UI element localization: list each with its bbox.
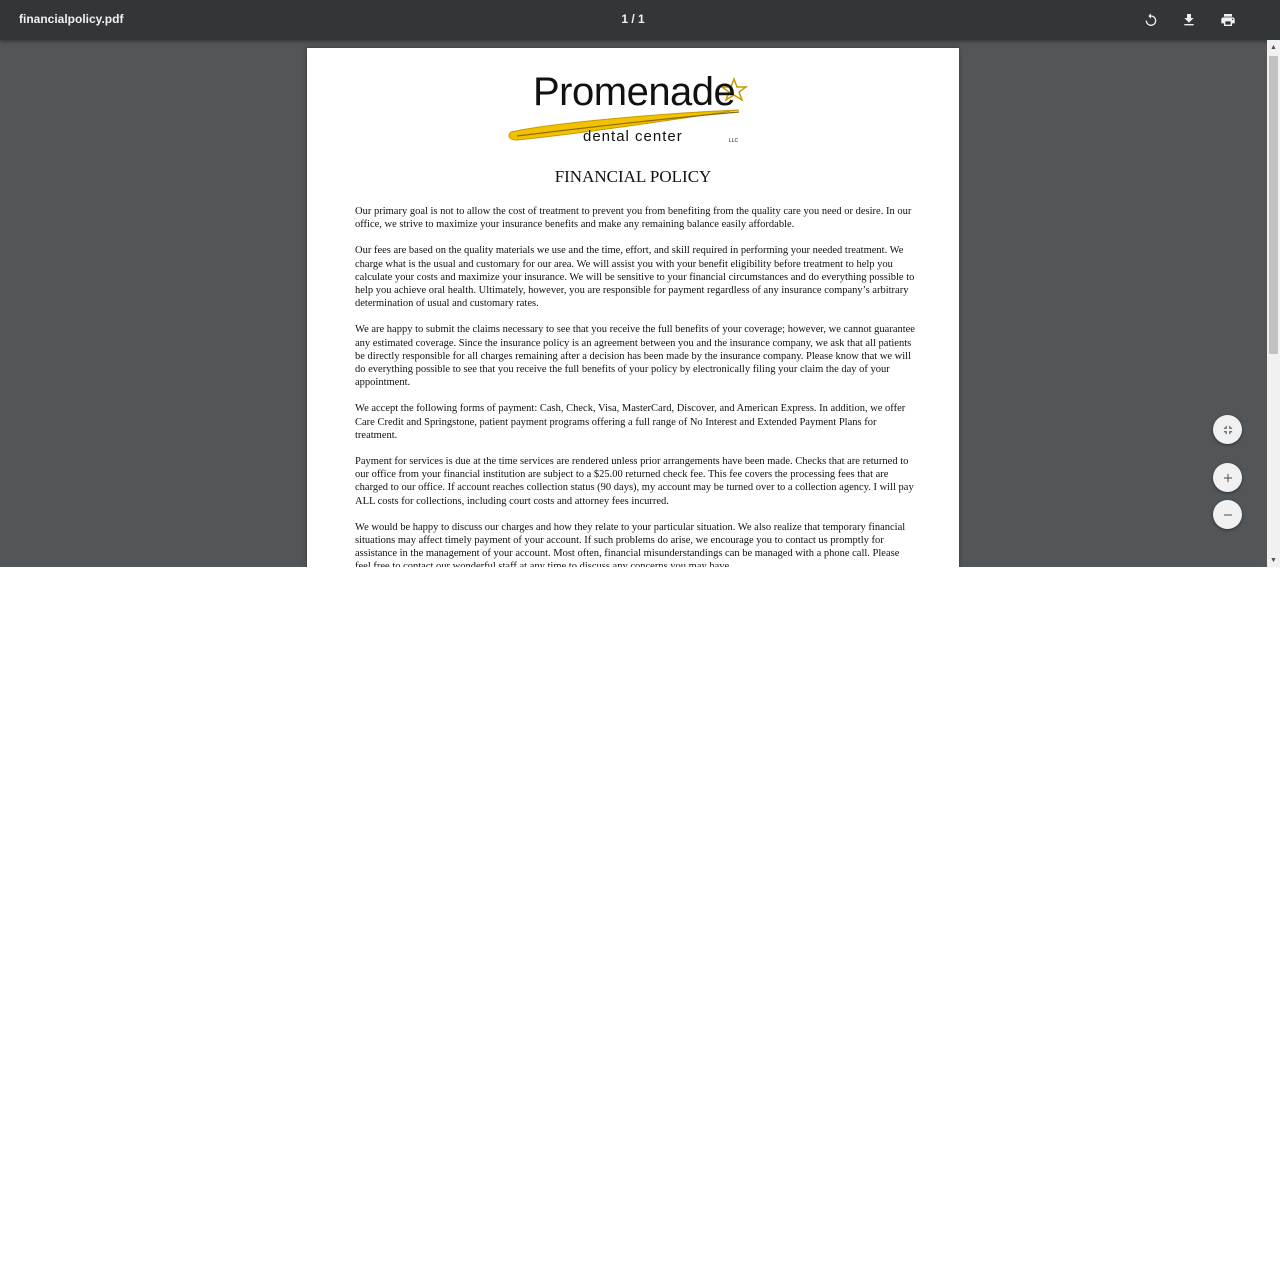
promenade-logo: Promenade dental center LLC — [507, 70, 757, 154]
scrollbar-thumb[interactable] — [1269, 56, 1278, 354]
rotate-icon — [1145, 13, 1157, 26]
fit-to-page-button[interactable] — [1213, 415, 1242, 444]
page-indicator: 1 / 1 — [621, 12, 645, 26]
scroll-down-arrow-icon[interactable]: ▼ — [1267, 553, 1280, 567]
logo-subtitle: dental center — [583, 128, 683, 145]
rotate-button[interactable] — [1137, 6, 1165, 34]
print-button[interactable] — [1214, 6, 1242, 34]
pdf-page: Promenade dental center LLC FINANCIAL PO… — [307, 48, 959, 567]
paragraph-fees: Our fees are based on the quality materi… — [355, 245, 915, 310]
zoom-in-button[interactable] — [1213, 463, 1242, 492]
scroll-up-arrow-icon[interactable]: ▲ — [1267, 40, 1280, 54]
paragraph-discuss: We would be happy to discuss our charges… — [355, 521, 906, 567]
fit-to-page-icon — [1223, 425, 1232, 434]
pdf-viewer: financialpolicy.pdf 1 / 1 Promenade dent… — [0, 0, 1280, 567]
document-body: Our primary goal is not to allow the cos… — [355, 205, 915, 567]
paragraph-claims: We are happy to submit the claims necess… — [355, 324, 915, 389]
viewer-toolbar: financialpolicy.pdf 1 / 1 — [0, 0, 1280, 40]
logo-llc: LLC — [729, 138, 739, 144]
vertical-scrollbar[interactable]: ▲ ▼ — [1267, 40, 1280, 567]
download-icon — [1184, 14, 1194, 26]
print-icon — [1221, 14, 1235, 26]
paragraph-payment-due: Payment for services is due at the time … — [355, 456, 914, 507]
document-heading: FINANCIAL POLICY — [554, 167, 712, 186]
document-title: financialpolicy.pdf — [19, 12, 124, 26]
zoom-out-button[interactable] — [1213, 500, 1242, 529]
logo-wordmark: Promenade — [533, 70, 736, 114]
paragraph-goal: Our primary goal is not to allow the cos… — [355, 206, 912, 231]
zoom-out-icon — [1223, 513, 1232, 516]
download-button[interactable] — [1175, 6, 1203, 34]
paragraph-payment-forms: We accept the following forms of payment… — [355, 403, 906, 441]
zoom-in-icon — [1223, 473, 1232, 482]
